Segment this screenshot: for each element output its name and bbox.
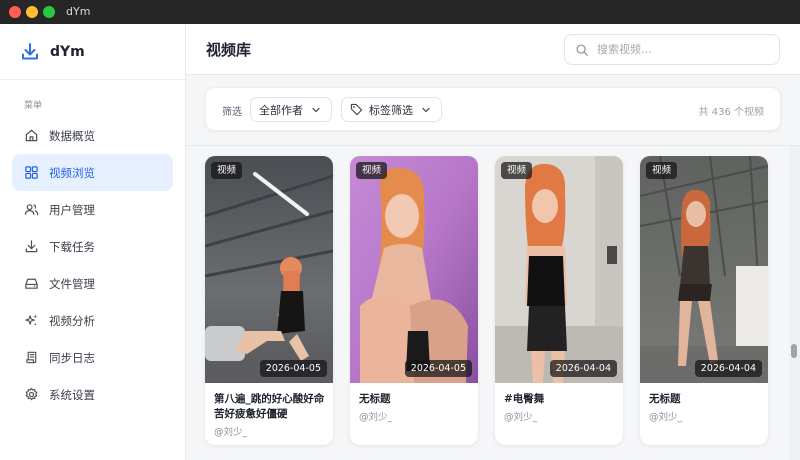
window-title: dYm [66,5,91,18]
video-title[interactable]: 无标题 [359,392,471,407]
minimize-window-button[interactable] [26,6,38,18]
users-icon [23,202,39,218]
video-date-badge: 2026-04-05 [404,360,472,377]
close-window-button[interactable] [9,6,21,18]
video-date-badge: 2026-04-05 [259,360,327,377]
video-thumbnail-image [205,156,333,383]
grid-icon [23,165,39,181]
sidebar-item-label: 视频分析 [49,313,95,328]
video-type-badge: 视频 [211,162,243,179]
sidebar: dYm 菜单 数据概览 视频浏览 用户管理 下载任务 文件管理 视频分析 同步日… [0,24,186,460]
video-type-badge: 视频 [646,162,678,179]
chevron-down-icon [312,107,320,112]
sidebar-item-label: 视频浏览 [49,165,95,180]
sidebar-item-files[interactable]: 文件管理 [12,265,173,302]
video-thumbnail[interactable]: 视频 2026-04-04 [495,156,623,383]
brand-name: dYm [50,43,85,60]
search-input[interactable] [597,43,767,56]
scroll-icon [23,350,39,366]
video-author[interactable]: @刘少_ [359,409,392,423]
tag-icon [350,103,363,116]
page-title: 视频库 [206,41,252,59]
menu-section-title: 菜单 [24,101,43,111]
video-card[interactable]: 视频 2026-04-04 #电臀舞 @刘少_ [495,156,623,445]
video-thumbnail[interactable]: 视频 2026-04-04 [640,156,768,383]
author-filter-dropdown[interactable]: 全部作者 [250,97,332,122]
download-icon [23,239,39,255]
sidebar-item-sync-log[interactable]: 同步日志 [12,339,173,376]
sidebar-item-overview[interactable]: 数据概览 [12,117,173,154]
gear-icon [23,387,39,403]
scrollbar-thumb[interactable] [791,344,797,358]
title-bar: dYm [0,0,800,24]
sidebar-item-downloads[interactable]: 下载任务 [12,228,173,265]
video-thumbnail-image [640,156,768,383]
sidebar-item-label: 同步日志 [49,350,95,365]
video-card[interactable]: 视频 2026-04-05 无标题 @刘少_ [350,156,478,445]
tag-filter-value: 标签筛选 [369,103,413,117]
drive-icon [23,276,39,292]
video-thumbnail[interactable]: 视频 2026-04-05 [205,156,333,383]
sparkles-icon [23,313,39,329]
video-author[interactable]: @刘少_ [214,424,247,438]
brand: dYm [0,24,185,80]
video-title[interactable]: 无标题 [649,392,761,407]
filter-label: 筛选 [222,107,242,118]
sidebar-item-label: 系统设置 [49,387,95,402]
video-thumbnail[interactable]: 视频 2026-04-05 [350,156,478,383]
home-icon [23,128,39,144]
sidebar-item-label: 下载任务 [49,239,95,254]
sidebar-item-analysis[interactable]: 视频分析 [12,302,173,339]
app-window: dYm dYm 菜单 数据概览 视频浏览 用户管理 下载任务 文件管理 视频分析… [0,0,800,460]
filter-bar: 筛选 全部作者 标签筛选 共 436 个视频 [205,87,781,131]
video-count: 共 436 个视频 [698,107,764,118]
content-divider [186,145,800,146]
video-title[interactable]: 第八遍_跳的好心酸好命苦好疲惫好僵硬 [214,392,326,422]
video-date-badge: 2026-04-04 [549,360,617,377]
video-card[interactable]: 视频 2026-04-04 无标题 @刘少_ [640,156,768,445]
download-logo-icon [22,42,38,59]
video-thumbnail-image [495,156,623,383]
video-author[interactable]: @刘少_ [649,409,682,423]
video-title[interactable]: #电臀舞 [504,392,616,407]
sidebar-item-label: 数据概览 [49,128,95,143]
sidebar-item-users[interactable]: 用户管理 [12,191,173,228]
sidebar-item-settings[interactable]: 系统设置 [12,376,173,413]
video-type-badge: 视频 [356,162,388,179]
sidebar-item-label: 文件管理 [49,276,95,291]
chevron-down-icon [422,107,430,112]
video-type-badge: 视频 [501,162,533,179]
scrollbar-track[interactable] [789,146,800,460]
video-author[interactable]: @刘少_ [504,409,537,423]
video-thumbnail-image [350,156,478,383]
sidebar-item-videos[interactable]: 视频浏览 [12,154,173,191]
video-card[interactable]: 视频 2026-04-05 第八遍_跳的好心酸好命苦好疲惫好僵硬 @刘少_ [205,156,333,445]
tag-filter-dropdown[interactable]: 标签筛选 [341,97,442,122]
search-box[interactable] [564,34,780,65]
search-icon [576,44,588,56]
author-filter-value: 全部作者 [259,103,303,117]
page-header: 视频库 [186,24,800,75]
sidebar-item-label: 用户管理 [49,202,95,217]
maximize-window-button[interactable] [43,6,55,18]
video-date-badge: 2026-04-04 [694,360,762,377]
